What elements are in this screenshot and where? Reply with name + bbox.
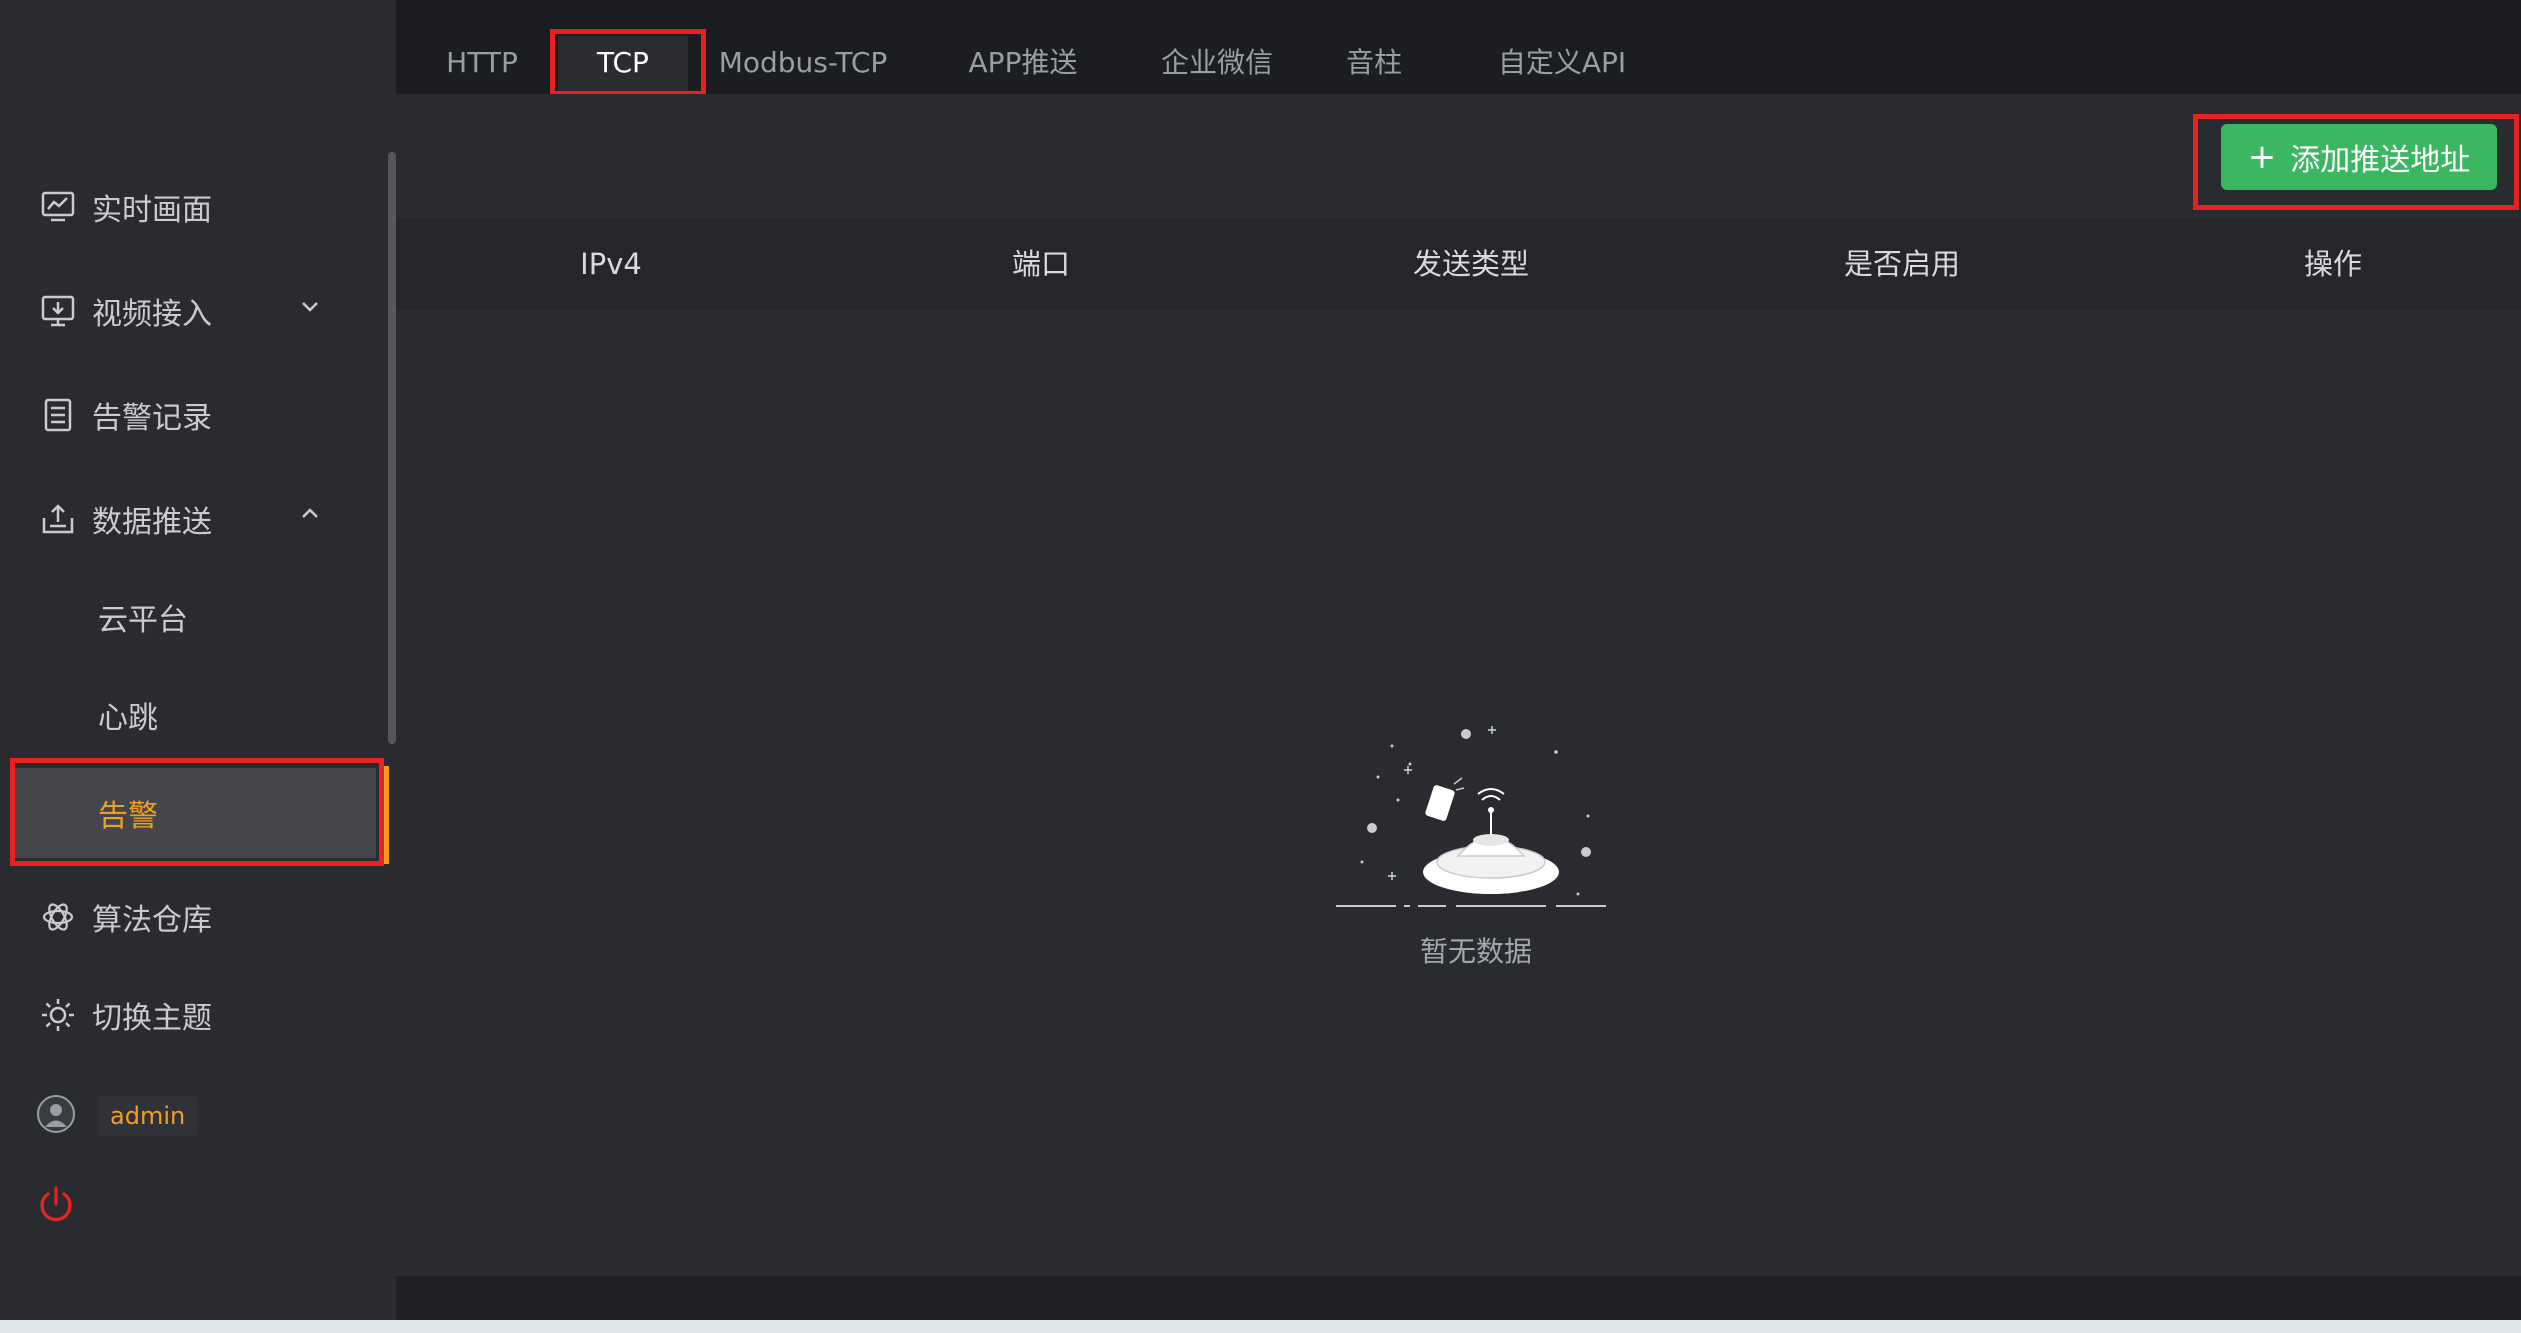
power-icon[interactable] (36, 1184, 76, 1228)
video-input-icon (38, 291, 78, 331)
empty-state-text: 暂无数据 (1419, 935, 1532, 968)
sidebar-item-switch-theme[interactable]: 切换主题 (0, 970, 380, 1060)
avatar[interactable] (36, 1094, 76, 1138)
column-header-actions: 操作 (2303, 247, 2362, 281)
os-taskbar (0, 1320, 2521, 1333)
sidebar-item-label: 视频接入 (92, 297, 212, 332)
tab-app-push[interactable]: APP推送 (964, 36, 1082, 92)
sidebar-item-video-input[interactable]: 视频接入 (0, 266, 380, 356)
username: admin (98, 1096, 198, 1136)
tab-modbus-tcp[interactable]: Modbus-TCP (718, 36, 888, 92)
sidebar-subitem-cloud-platform[interactable]: 云平台 (0, 572, 380, 662)
sidebar-scrollbar[interactable] (388, 152, 396, 744)
monitor-chart-icon (38, 187, 78, 227)
bottom-strip (396, 1276, 2521, 1320)
sidebar-subitem-heartbeat[interactable]: 心跳 (0, 670, 380, 760)
user-info[interactable]: admin (36, 1094, 198, 1138)
sun-icon (38, 995, 78, 1035)
sidebar-item-label: 数据推送 (92, 505, 212, 540)
sidebar-item-label: 实时画面 (92, 193, 212, 228)
chevron-down-icon[interactable] (298, 294, 322, 318)
tab-wecom[interactable]: 企业微信 (1156, 36, 1278, 92)
atom-icon (38, 897, 78, 937)
highlight-box-alarm (10, 758, 384, 866)
upload-tray-icon (38, 499, 78, 539)
sidebar-item-label: 切换主题 (92, 1001, 212, 1036)
column-header-send-type: 发送类型 (1412, 247, 1529, 281)
sidebar-subitem-label: 心跳 (98, 701, 158, 736)
list-doc-icon (38, 395, 78, 435)
tab-speaker-column[interactable]: 音柱 (1334, 36, 1414, 92)
column-header-port: 端口 (1011, 247, 1070, 281)
tab-bar: HTTP TCP Modbus-TCP APP推送 企业微信 音柱 自定义API (396, 0, 2521, 94)
highlight-box-tcp (550, 29, 706, 96)
sidebar-item-alarm-records[interactable]: 告警记录 (0, 370, 380, 460)
sidebar: 实时画面 视频接入 告警记录 数据推送 云平台 心跳 告警 算法仓库 切换主题 … (0, 0, 396, 1320)
column-header-ipv4: IPv4 (580, 247, 642, 281)
sidebar-item-data-push[interactable]: 数据推送 (0, 474, 380, 564)
sidebar-subitem-label: 云平台 (98, 603, 188, 638)
highlight-box-add (2193, 114, 2519, 210)
sidebar-item-label: 告警记录 (92, 401, 212, 436)
tab-custom-api[interactable]: 自定义API (1470, 36, 1654, 92)
column-header-enabled: 是否启用 (1843, 247, 1960, 281)
chevron-up-icon[interactable] (298, 502, 322, 526)
table-header: IPv4 端口 发送类型 是否启用 操作 (396, 218, 2521, 310)
sidebar-item-label: 算法仓库 (92, 903, 212, 938)
active-indicator (384, 766, 389, 864)
tab-http[interactable]: HTTP (436, 36, 528, 92)
sidebar-item-realtime[interactable]: 实时画面 (0, 162, 380, 252)
sidebar-item-algorithm-store[interactable]: 算法仓库 (0, 872, 380, 962)
